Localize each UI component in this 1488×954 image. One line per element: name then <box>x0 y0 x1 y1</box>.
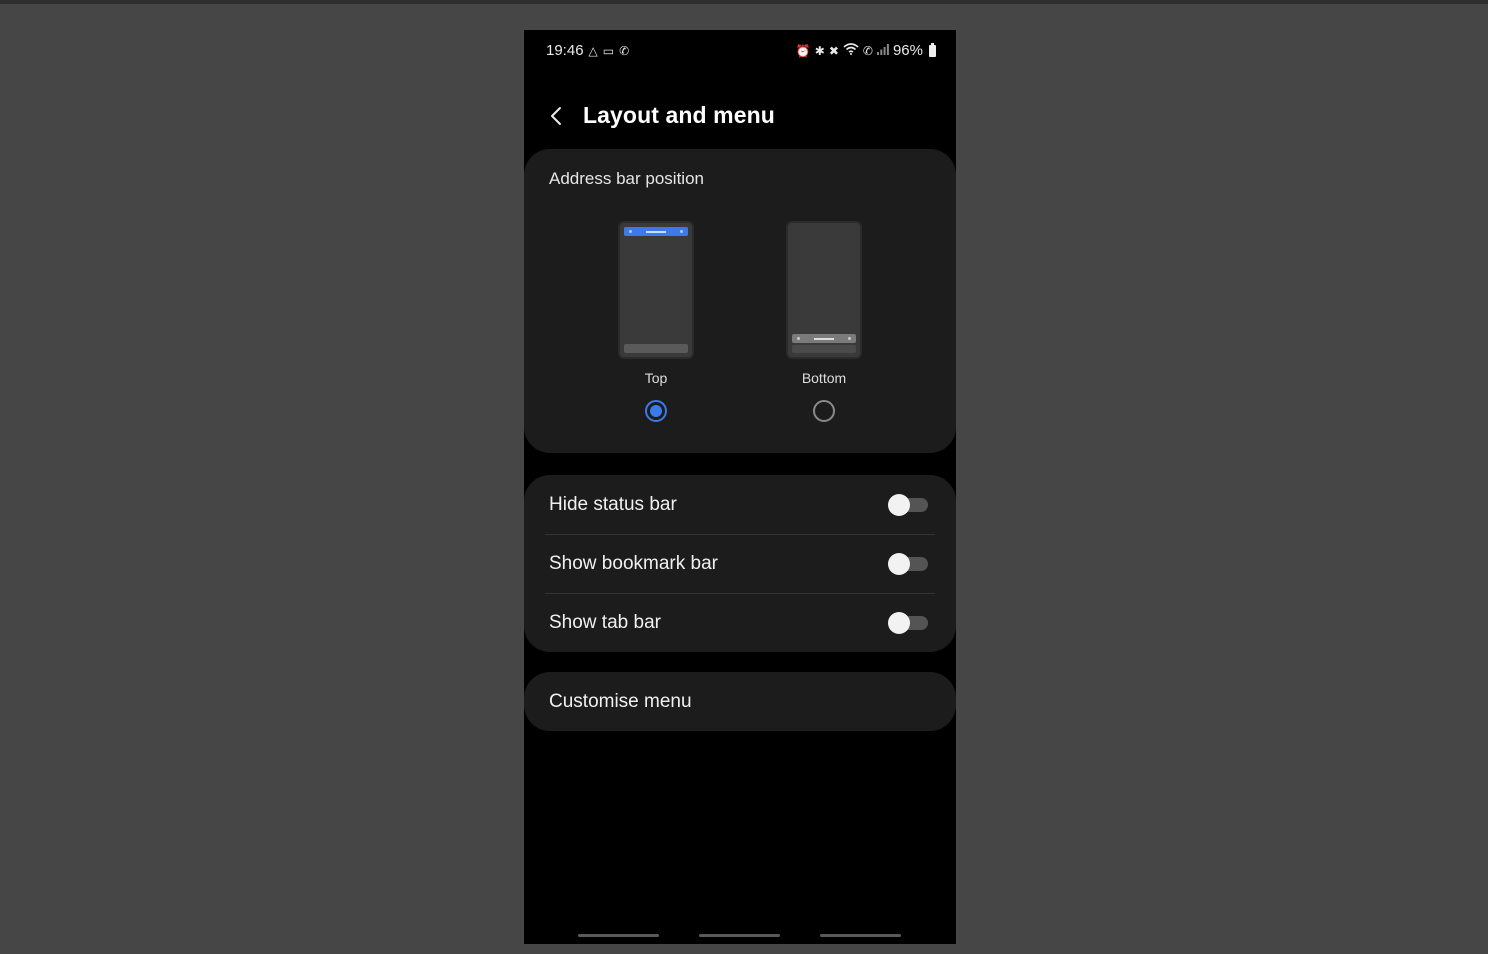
top-layout-preview <box>618 221 694 359</box>
show-bookmark-bar-row[interactable]: Show bookmark bar <box>524 534 956 593</box>
row-label: Customise menu <box>549 691 692 712</box>
wifi-call-icon: ✆ <box>619 43 630 58</box>
preview-address-bar <box>792 334 856 343</box>
volte-icon: ✆ <box>862 43 873 58</box>
hide-status-bar-switch[interactable] <box>888 493 928 516</box>
status-time: 19:46 <box>546 42 584 59</box>
address-bar-position-card: Address bar position Top Bottom <box>524 149 956 453</box>
show-bookmark-bar-switch[interactable] <box>888 552 928 575</box>
address-bar-bottom-option[interactable]: Bottom <box>764 221 884 431</box>
recents-button[interactable] <box>578 934 659 937</box>
mute-icon: ✖ <box>828 43 839 58</box>
status-bar: 19:46 △ ▭ ✆ ⏰ ✱ ✖ ✆ 96% <box>524 30 956 72</box>
navigation-bar <box>524 925 956 944</box>
page-title: Layout and menu <box>583 102 775 128</box>
preview-toolbar <box>792 345 856 353</box>
battery-icon <box>929 42 936 57</box>
toggles-card: Hide status bar Show bookmark bar Show t… <box>524 475 956 652</box>
bluetooth-icon: ✱ <box>814 43 825 58</box>
option-label-bottom: Bottom <box>801 370 847 386</box>
show-tab-bar-switch[interactable] <box>888 611 928 634</box>
phone-screen: 19:46 △ ▭ ✆ ⏰ ✱ ✖ ✆ 96% Layout and menu <box>524 30 956 944</box>
battery-percent: 96% <box>892 42 923 59</box>
accessibility-icon: △ <box>588 43 598 58</box>
radio-top[interactable] <box>645 400 667 422</box>
window-top-strip <box>0 0 1488 4</box>
address-bar-top-option[interactable]: Top <box>596 221 716 431</box>
hide-status-bar-row[interactable]: Hide status bar <box>524 475 956 534</box>
status-bar-right: ⏰ ✱ ✖ ✆ 96% <box>796 42 936 59</box>
signal-icon <box>876 43 889 59</box>
home-button[interactable] <box>699 934 780 937</box>
back-button[interactable] <box>544 100 570 132</box>
status-bar-left: 19:46 △ ▭ ✆ <box>546 42 629 59</box>
row-label: Hide status bar <box>549 494 677 515</box>
preview-address-bar <box>624 227 688 236</box>
cast-icon: ▭ <box>602 43 615 58</box>
chevron-left-icon <box>551 107 561 125</box>
radio-bottom[interactable] <box>813 400 835 422</box>
back-gesture-button[interactable] <box>820 934 901 937</box>
bottom-layout-preview <box>786 221 862 359</box>
row-label: Show bookmark bar <box>549 553 718 574</box>
page-header: Layout and menu <box>524 96 956 136</box>
alarm-icon: ⏰ <box>795 43 811 58</box>
show-tab-bar-row[interactable]: Show tab bar <box>524 593 956 652</box>
preview-toolbar <box>624 344 688 353</box>
row-label: Show tab bar <box>549 612 661 633</box>
option-label-top: Top <box>644 370 668 386</box>
customise-menu-button[interactable]: Customise menu <box>524 672 956 731</box>
section-title: Address bar position <box>549 169 704 188</box>
wifi-icon <box>843 42 859 59</box>
